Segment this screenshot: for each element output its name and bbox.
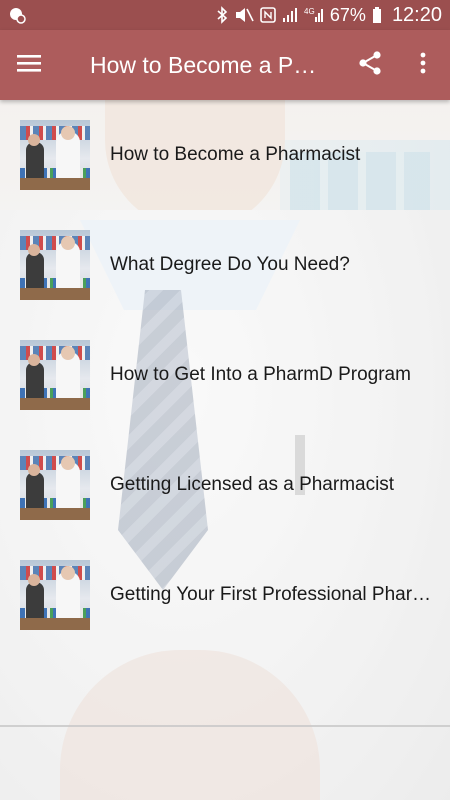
bluetooth-icon: [216, 6, 228, 24]
app-title: How to Become a Pharmacist: [90, 52, 325, 78]
list-item[interactable]: Getting Your First Professional Pharmaci…: [0, 540, 450, 650]
lte-signal-icon: 4G: [304, 6, 324, 24]
list-item-label: How to Get Into a PharmD Program: [110, 364, 411, 385]
clock: 12:20: [391, 3, 442, 26]
svg-text:4G: 4G: [304, 7, 315, 16]
list-item[interactable]: How to Become a Pharmacist: [0, 100, 450, 210]
mute-icon: [234, 6, 254, 24]
battery-icon: [372, 6, 382, 24]
list-item[interactable]: What Degree Do You Need?: [0, 210, 450, 320]
share-icon: [357, 50, 383, 81]
nfc-icon: [260, 6, 276, 24]
hamburger-menu-icon: [16, 53, 42, 78]
article-thumbnail: [20, 450, 90, 520]
share-button[interactable]: [355, 50, 385, 80]
more-options-button[interactable]: [408, 50, 438, 80]
app-bar: How to Become a Pharmacist: [0, 30, 450, 100]
more-vert-icon: [419, 51, 427, 80]
list-item[interactable]: How to Get Into a PharmD Program: [0, 320, 450, 430]
battery-percent: 67%: [329, 4, 366, 25]
article-thumbnail: [20, 560, 90, 630]
menu-button[interactable]: [14, 50, 44, 80]
notification-icon: [8, 6, 26, 29]
list-item-label: Getting Licensed as a Pharmacist: [110, 474, 395, 495]
article-thumbnail: [20, 340, 90, 410]
list-item-label: What Degree Do You Need?: [110, 254, 350, 275]
signal-icon: [282, 6, 298, 24]
article-thumbnail: [20, 230, 90, 300]
article-thumbnail: [20, 120, 90, 190]
status-bar: 4G 67% 12:20: [0, 0, 450, 30]
list-item-label: Getting Your First Professional Pharmaci…: [110, 584, 435, 605]
list-item-label: How to Become a Pharmacist: [110, 144, 361, 165]
list-item[interactable]: Getting Licensed as a Pharmacist: [0, 430, 450, 540]
